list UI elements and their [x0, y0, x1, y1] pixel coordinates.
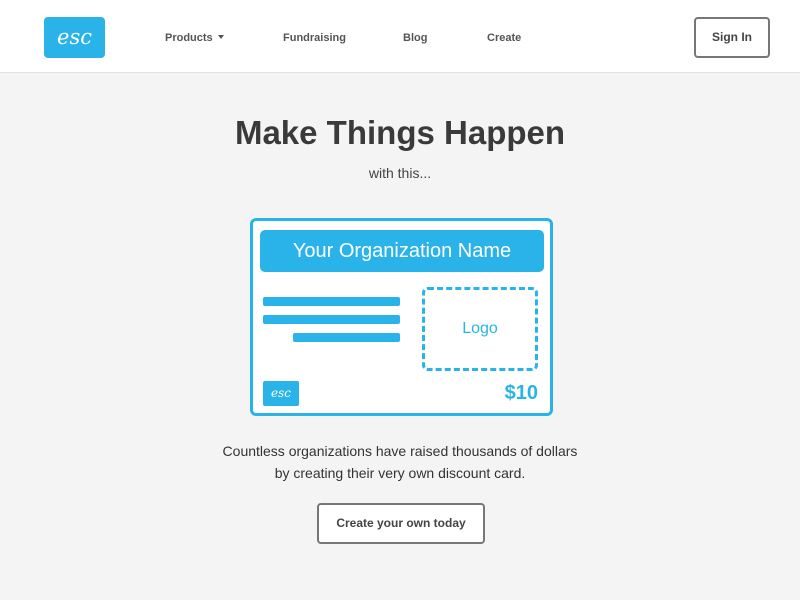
card-logo-placeholder: Logo [422, 287, 538, 371]
nav-products-menu[interactable]: Products [165, 31, 224, 45]
site-logo[interactable]: esc [44, 17, 105, 58]
page-title: Make Things Happen [234, 114, 566, 151]
page-subtitle: with this... [368, 165, 432, 181]
hero-description: Countless organizations have raised thou… [0, 440, 800, 484]
discount-card-illustration: Your Organization Name Logo esc $10 [250, 218, 553, 416]
create-your-own-button[interactable]: Create your own today [317, 503, 485, 544]
card-org-name: Your Organization Name [260, 230, 544, 272]
hero-description-line-2: by creating their very own discount card… [274, 465, 526, 481]
card-text-line [263, 315, 400, 324]
card-price: $10 [504, 382, 538, 404]
top-navigation-bar: esc Products Fundraising Blog Create Sig… [0, 0, 800, 73]
sign-in-button[interactable]: Sign In [694, 17, 770, 58]
card-text-line [263, 297, 400, 306]
nav-products-label: Products [165, 32, 213, 44]
card-esc-badge: esc [263, 381, 299, 406]
nav-link-blog[interactable]: Blog [403, 31, 427, 45]
chevron-down-icon [217, 35, 224, 40]
nav-link-create[interactable]: Create [487, 31, 521, 45]
nav-link-fundraising[interactable]: Fundraising [283, 31, 346, 45]
card-text-line [293, 333, 400, 342]
hero-description-line-1: Countless organizations have raised thou… [222, 443, 578, 459]
